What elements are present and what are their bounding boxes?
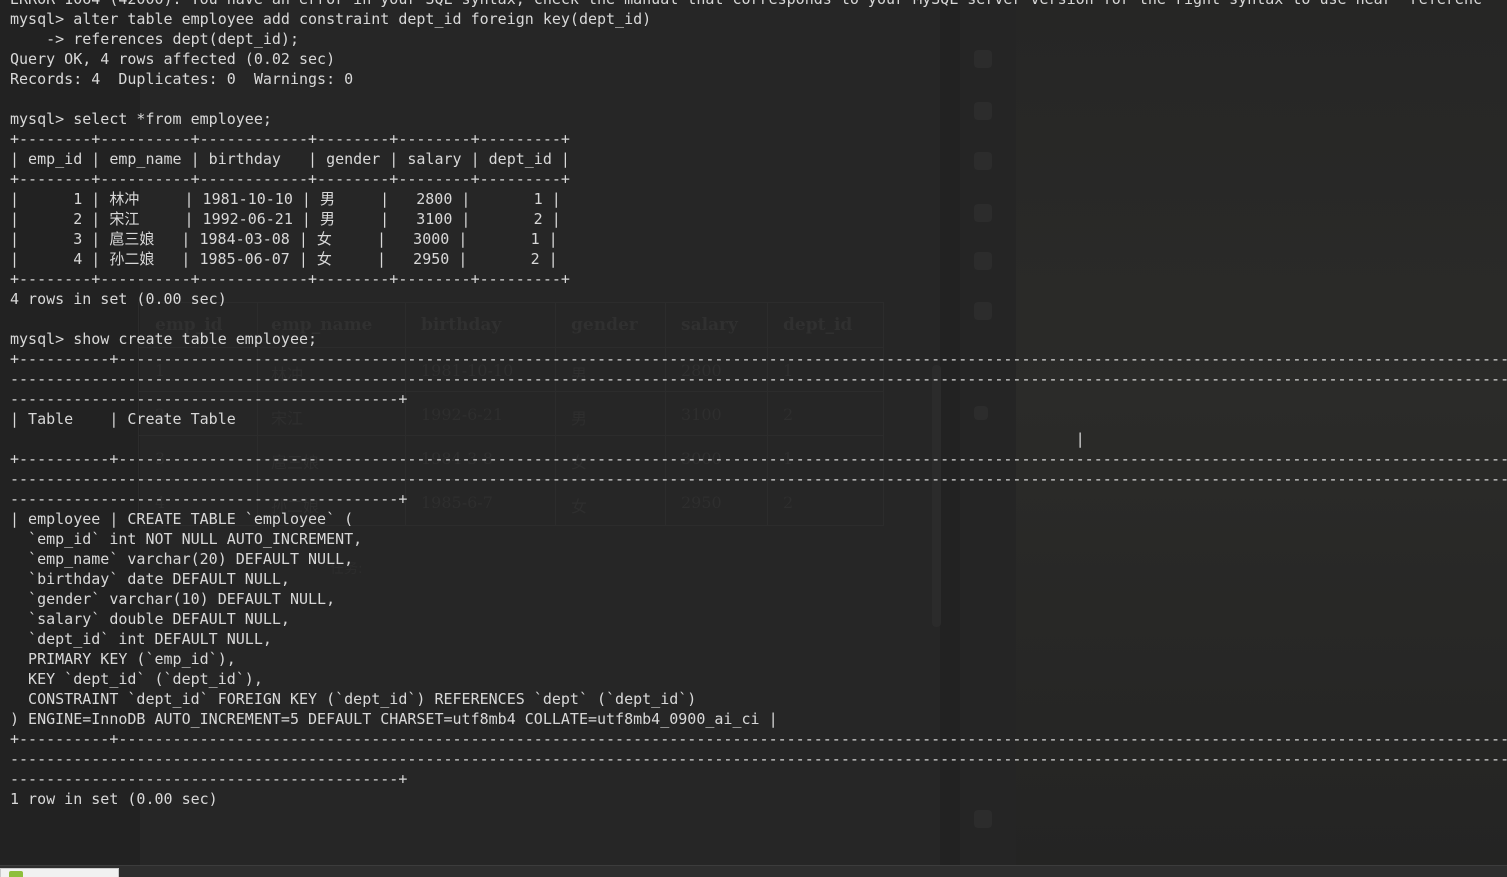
console-line: +--------+----------+------------+------… bbox=[10, 130, 570, 148]
console-line: ----------------------------------------… bbox=[10, 750, 1507, 768]
taskbar bbox=[0, 865, 1507, 877]
taskbar-app-tab[interactable] bbox=[0, 868, 119, 877]
console-line: mysql> show create table employee; bbox=[10, 330, 318, 348]
console-line: mysql> alter table employee add constrai… bbox=[10, 10, 652, 28]
console-line: PRIMARY KEY (`emp_id`), bbox=[10, 650, 236, 668]
console-line: +----------+----------------------------… bbox=[10, 730, 1507, 748]
console-line: | employee | CREATE TABLE `employee` ( bbox=[10, 510, 354, 528]
console-line: +--------+----------+------------+------… bbox=[10, 270, 570, 288]
console-line: ----------------------------------------… bbox=[10, 370, 1507, 388]
console-line: ERROR 1064 (42000): You have an error in… bbox=[10, 0, 1507, 9]
console-line: mysql> select *from employee; bbox=[10, 110, 272, 128]
console-line: | bbox=[10, 430, 1085, 448]
console-line: KEY `dept_id` (`dept_id`), bbox=[10, 670, 263, 688]
console-line: `gender` varchar(10) DEFAULT NULL, bbox=[10, 590, 336, 608]
console-line: +--------+----------+------------+------… bbox=[10, 170, 570, 188]
console-line: | emp_id | emp_name | birthday | gender … bbox=[10, 150, 570, 168]
console-line: `salary` double DEFAULT NULL, bbox=[10, 610, 290, 628]
console-line: ----------------------------------------… bbox=[10, 770, 408, 788]
console-line: Records: 4 Duplicates: 0 Warnings: 0 bbox=[10, 70, 354, 88]
console-line: `dept_id` int DEFAULT NULL, bbox=[10, 630, 272, 648]
console-line: Query OK, 4 rows affected (0.02 sec) bbox=[10, 50, 336, 68]
console-line: `birthday` date DEFAULT NULL, bbox=[10, 570, 290, 588]
console-line: -> references dept(dept_id); bbox=[10, 30, 299, 48]
console-line: ----------------------------------------… bbox=[10, 490, 408, 508]
console-line: | 1 | 林冲 | 1981-10-10 | 男 | 2800 | 1 | bbox=[10, 190, 561, 208]
app-icon bbox=[9, 871, 23, 877]
console-line: ) ENGINE=InnoDB AUTO_INCREMENT=5 DEFAULT… bbox=[10, 710, 778, 728]
chat-icon bbox=[974, 810, 992, 828]
console-line: | 3 | 扈三娘 | 1984-03-08 | 女 | 3000 | 1 | bbox=[10, 230, 558, 248]
console-line: 4 rows in set (0.00 sec) bbox=[10, 290, 227, 308]
console-line: `emp_id` int NOT NULL AUTO_INCREMENT, bbox=[10, 530, 363, 548]
console-line: 1 row in set (0.00 sec) bbox=[10, 790, 218, 808]
console-line: | 2 | 宋江 | 1992-06-21 | 男 | 3100 | 2 | bbox=[10, 210, 561, 228]
console-line: ----------------------------------------… bbox=[10, 390, 408, 408]
console-line: CONSTRAINT `dept_id` FOREIGN KEY (`dept_… bbox=[10, 690, 697, 708]
terminal-window: emp_id emp_name birthday gender salary d… bbox=[0, 0, 1507, 877]
console-line: | Table | Create Table bbox=[10, 410, 236, 428]
console-line: `emp_name` varchar(20) DEFAULT NULL, bbox=[10, 550, 354, 568]
console-line: +----------+----------------------------… bbox=[10, 350, 1507, 368]
console-line: | 4 | 孙二娘 | 1985-06-07 | 女 | 2950 | 2 | bbox=[10, 250, 558, 268]
console-line: ----------------------------------------… bbox=[10, 470, 1507, 488]
console-line: +----------+----------------------------… bbox=[10, 450, 1507, 468]
console-output[interactable]: ERROR 1064 (42000): You have an error in… bbox=[0, 0, 1507, 809]
